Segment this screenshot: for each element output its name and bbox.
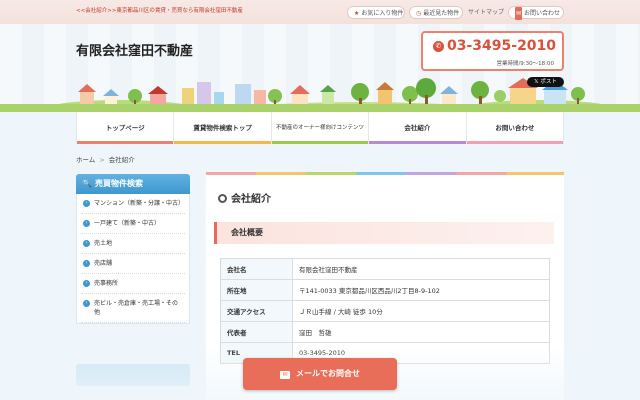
sidebar-item-label: 売店舗 (94, 260, 113, 267)
mail-icon: ✉ (515, 7, 523, 20)
breadcrumb-current: 会社紹介 (108, 156, 135, 164)
table-key: 会社名 (220, 258, 293, 280)
table-row: 所在地 〒141-0033 東京都品川区西品川2丁目8-9-102 (220, 279, 550, 301)
phone-number: ✆ 03-3495-2010 (433, 38, 556, 54)
chevron-right-icon: › (83, 240, 90, 247)
company-info-table: 会社名 有限会社窪田不動産 所在地 〒141-0033 東京都品川区西品川2丁目… (220, 258, 550, 364)
sidebar-item-mansion[interactable]: › マンション（新築・分譲・中古） (81, 194, 185, 214)
nav-top[interactable]: トップページ (76, 112, 175, 144)
rainbow-border (206, 172, 564, 175)
page-title: 会社紹介 (218, 190, 271, 205)
sidebar-item-label: 売ビル・売倉庫・売工場・その他 (94, 300, 179, 316)
favorites-label: お気に入り物件 (361, 10, 404, 17)
company-logo[interactable]: 有限会社窪田不動産 (76, 40, 193, 59)
x-post-button[interactable]: 𝕏 ポスト (527, 77, 564, 87)
table-value: 有限会社窪田不動産 (292, 258, 550, 280)
chevron-right-icon: › (83, 220, 90, 227)
table-key: 交通アクセス (220, 300, 293, 322)
business-hours: 営業時間/9:30～18:00 (496, 61, 554, 67)
nav-owner-content[interactable]: 不動産のオーナー様向けコンテンツ (271, 112, 370, 144)
nav-contact[interactable]: お問い合わせ (466, 112, 565, 144)
chevron-right-icon: › (83, 280, 90, 287)
breadcrumb: ホーム > 会社紹介 (76, 154, 135, 164)
recent-button[interactable]: ◷ 最近見た物件 (409, 6, 463, 19)
table-key: 所在地 (220, 279, 293, 301)
table-row: 会社名 有限会社窪田不動産 (220, 258, 550, 280)
table-key: 代表者 (220, 321, 293, 343)
sidebar-item-land[interactable]: › 売土地 (81, 234, 185, 254)
sidebar-title-text: 売買物件検索 (94, 179, 143, 188)
sidebar: 🔍 売買物件検索 › マンション（新築・分譲・中古） › 一戸建て（新築・中古） › 売… (76, 174, 190, 400)
chevron-right-icon: › (83, 260, 90, 267)
ring-icon (218, 194, 227, 203)
table-value: 窪田 哲雄 (292, 321, 550, 343)
star-icon: ★ (354, 10, 360, 17)
sidebar-item-label: 売事務所 (94, 280, 119, 287)
mail-contact-button[interactable]: ✉ メールでお問合せ (243, 358, 397, 390)
nav-rental-search[interactable]: 賃貸物件検索トップ (174, 112, 272, 144)
search-icon: 🔍 (82, 179, 92, 188)
phone-box[interactable]: ✆ 03-3495-2010 営業時間/9:30～18:00 (421, 31, 564, 71)
site-tagline: <<会社紹介>>東京都品川区の賃貸・売買なら有限会社窪田不動産 (76, 8, 243, 14)
sitemap-link[interactable]: サイトマップ (468, 6, 508, 19)
sidebar-item-label: マンション（新築・分譲・中古） (94, 200, 185, 207)
sidebar-item-label: 一戸建て（新築・中古） (94, 220, 161, 227)
contact-top-button[interactable]: ✉ お問い合わせ (508, 6, 564, 20)
phone-icon: ✆ (433, 41, 444, 52)
contact-top-label: お問い合わせ (524, 10, 561, 17)
top-strip: <<会社紹介>>東京都品川区の賃貸・売買なら有限会社窪田不動産 ★ お気に入り物件… (0, 0, 640, 24)
section-heading: 会社概要 (214, 222, 554, 244)
table-value: 〒141-0033 東京都品川区西品川2丁目8-9-102 (292, 279, 550, 301)
sidebar-next-header-faded (76, 364, 190, 386)
chevron-right-icon: › (83, 300, 90, 307)
table-value: ＪＲ山手線 / 大崎 徒歩 10分 (292, 300, 550, 322)
sidebar-item-shop[interactable]: › 売店舗 (81, 254, 185, 274)
grass-strip (0, 104, 640, 112)
sidebar-item-label: 売土地 (94, 240, 113, 247)
sidebar-list: › マンション（新築・分譲・中古） › 一戸建て（新築・中古） › 売土地 › 売店舗 … (76, 194, 190, 324)
x-post-label: ポスト (540, 79, 557, 85)
sidebar-item-house[interactable]: › 一戸建て（新築・中古） (81, 214, 185, 234)
phone-text: 03-3495-2010 (447, 38, 557, 54)
mail-icon: ✉ (280, 371, 290, 379)
breadcrumb-separator: > (99, 156, 105, 164)
favorites-button[interactable]: ★ お気に入り物件 (347, 6, 405, 19)
mail-contact-label: メールでお問合せ (296, 369, 360, 378)
global-nav: トップページ 賃貸物件検索トップ 不動産のオーナー様向けコンテンツ 会社紹介 お… (76, 112, 565, 144)
nav-company[interactable]: 会社紹介 (369, 112, 467, 144)
clock-icon: ◷ (416, 10, 422, 17)
table-row: 交通アクセス ＪＲ山手線 / 大崎 徒歩 10分 (220, 300, 550, 322)
chevron-right-icon: › (83, 200, 90, 207)
sidebar-title: 🔍 売買物件検索 (76, 174, 190, 194)
sidebar-item-building[interactable]: › 売ビル・売倉庫・売工場・その他 (81, 294, 185, 323)
page-title-text: 会社紹介 (231, 194, 271, 205)
recent-label: 最近見た物件 (423, 10, 460, 17)
table-row: 代表者 窪田 哲雄 (220, 321, 550, 343)
sidebar-item-office[interactable]: › 売事務所 (81, 274, 185, 294)
breadcrumb-home[interactable]: ホーム (76, 156, 95, 164)
